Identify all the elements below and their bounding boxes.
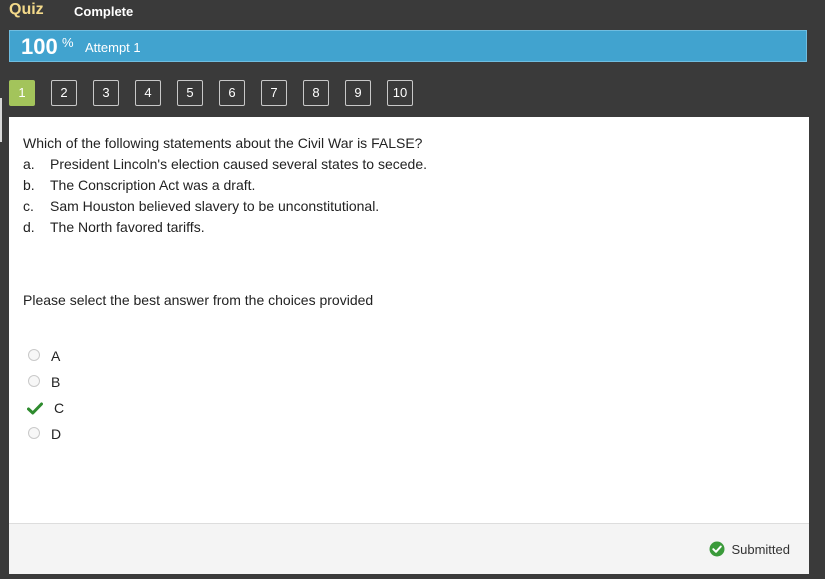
question-nav-button-2[interactable]: 2 bbox=[51, 80, 77, 106]
panel-footer: Submitted bbox=[9, 523, 809, 574]
question-nav-button-4[interactable]: 4 bbox=[135, 80, 161, 106]
question-nav-button-6[interactable]: 6 bbox=[219, 80, 245, 106]
answer-label: A bbox=[51, 348, 61, 364]
score-unit: % bbox=[62, 35, 74, 50]
answer-label: D bbox=[51, 426, 62, 442]
question-nav-button-8[interactable]: 8 bbox=[303, 80, 329, 106]
choice-letter: b. bbox=[23, 177, 35, 193]
question-nav-button-7[interactable]: 7 bbox=[261, 80, 287, 106]
choice-text: The Conscription Act was a draft. bbox=[50, 177, 256, 193]
question-nav-button-9[interactable]: 9 bbox=[345, 80, 371, 106]
answer-label: B bbox=[51, 374, 61, 390]
choice-text: The North favored tariffs. bbox=[50, 219, 205, 235]
submitted-status: Submitted bbox=[709, 541, 790, 557]
top-bar: Quiz Complete bbox=[0, 0, 825, 26]
radio-button[interactable] bbox=[28, 375, 40, 387]
check-circle-icon bbox=[709, 541, 725, 560]
score-bar: 100 % Attempt 1 bbox=[9, 30, 807, 62]
radio-button[interactable] bbox=[28, 349, 40, 361]
radio-button[interactable] bbox=[28, 427, 40, 439]
choice-text: Sam Houston believed slavery to be uncon… bbox=[50, 198, 380, 214]
choice-letter: d. bbox=[23, 219, 35, 235]
question-nav-button-1[interactable]: 1 bbox=[9, 80, 35, 106]
quiz-status: Complete bbox=[74, 4, 134, 19]
choice-letter: c. bbox=[23, 198, 34, 214]
left-edge-marker bbox=[0, 98, 2, 142]
score-value: 100 bbox=[21, 34, 58, 59]
question-nav-button-5[interactable]: 5 bbox=[177, 80, 203, 106]
question-nav-button-10[interactable]: 10 bbox=[387, 80, 413, 106]
choice-text: President Lincoln's election caused seve… bbox=[50, 156, 428, 172]
quiz-title: Quiz bbox=[9, 1, 44, 18]
answer-label: C bbox=[54, 400, 65, 416]
attempt-label: Attempt 1 bbox=[85, 40, 141, 55]
submitted-label: Submitted bbox=[731, 542, 790, 557]
check-icon bbox=[27, 402, 43, 420]
answer-instruction: Please select the best answer from the c… bbox=[23, 292, 374, 308]
question-text: Which of the following statements about … bbox=[23, 135, 423, 151]
question-panel: Which of the following statements about … bbox=[9, 117, 809, 574]
choice-letter: a. bbox=[23, 156, 35, 172]
question-nav-button-3[interactable]: 3 bbox=[93, 80, 119, 106]
